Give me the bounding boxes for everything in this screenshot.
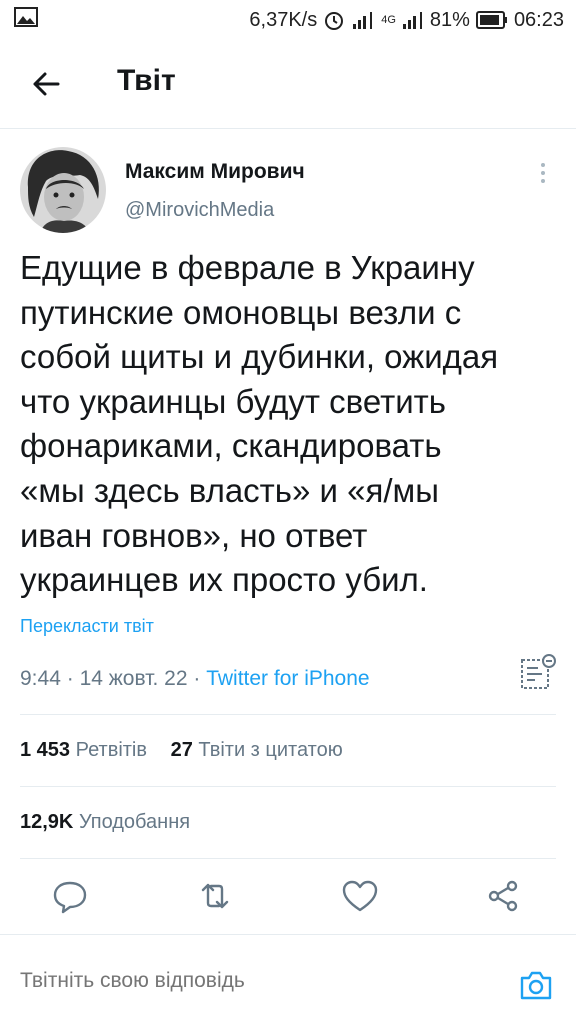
- gallery-notification-icon: [14, 7, 38, 33]
- retweets-count: 1 453: [20, 739, 71, 761]
- reply-button[interactable]: [50, 876, 90, 916]
- camera-icon: [520, 971, 552, 1000]
- app-header: Твіт: [0, 40, 576, 129]
- tweet-text-line: украинцев их просто убил.: [20, 561, 428, 599]
- signal-icon-2: [402, 10, 424, 30]
- author-handle[interactable]: @MirovichMedia: [125, 199, 274, 222]
- likes-label: Уподобання: [78, 811, 191, 833]
- signal-icon: [351, 10, 375, 30]
- quotes-label: Твіти з цитатою: [198, 739, 343, 761]
- page-title: Твіт: [117, 64, 176, 97]
- reply-bar: [0, 934, 576, 1025]
- more-vertical-icon: [541, 163, 545, 183]
- clock: 06:23: [513, 8, 564, 31]
- share-icon: [488, 880, 518, 912]
- tweet-analytics-button[interactable]: [518, 652, 558, 692]
- back-button[interactable]: [30, 68, 62, 100]
- tweet-text: Едущие в феврале в Украину путинские омо…: [20, 246, 560, 603]
- heart-icon: [342, 880, 378, 912]
- status-bar: 6,37K/s 4G 81% 06:23: [0, 0, 576, 40]
- tweet-actions: [0, 862, 576, 932]
- retweet-button[interactable]: [195, 876, 235, 916]
- tweet-text-line: собой щиты и дубинки, ожидая: [20, 338, 499, 376]
- quote-tweets-stat[interactable]: 27 Твіти з цитатою: [171, 739, 343, 761]
- retweet-stats: 1 453 Ретвітів 27 Твіти з цитатою: [20, 739, 361, 762]
- comment-icon: [53, 881, 87, 914]
- divider: [20, 786, 556, 787]
- like-stats: 12,9K Уподобання: [20, 811, 208, 834]
- avatar[interactable]: [20, 147, 106, 233]
- tweet-text-line: «мы здесь власть» и «я/мы: [20, 471, 439, 509]
- camera-button[interactable]: [516, 965, 556, 1005]
- tweet-text-line: Едущие в феврале в Украину: [20, 249, 475, 286]
- tweet-source-link[interactable]: Twitter for iPhone: [206, 667, 369, 690]
- share-button[interactable]: [484, 876, 524, 916]
- alarm-icon: [323, 9, 345, 31]
- more-options-button[interactable]: [532, 158, 554, 188]
- likes-count: 12,9K: [20, 811, 74, 833]
- tweet-text-line: иван говнов», но ответ: [20, 516, 368, 554]
- quotes-count: 27: [170, 739, 193, 761]
- author-name[interactable]: Максим Мирович: [125, 160, 305, 184]
- translate-tweet-link[interactable]: Перекласти твіт: [20, 616, 154, 637]
- meta-separator: ·: [66, 667, 74, 690]
- meta-separator: ·: [193, 667, 201, 690]
- retweets-stat[interactable]: 1 453 Ретвітів: [20, 739, 147, 761]
- divider: [20, 858, 556, 859]
- like-button[interactable]: [340, 876, 380, 916]
- network-speed: 6,37K/s: [249, 8, 318, 31]
- tweet-text-line: фонариками, скандировать: [20, 427, 442, 465]
- retweets-label: Ретвітів: [75, 739, 148, 761]
- tweet-text-line: что украинцы будут светить: [20, 382, 446, 420]
- likes-stat[interactable]: 12,9K Уподобання: [20, 811, 190, 833]
- network-type: 4G: [381, 14, 396, 26]
- retweet-icon: [201, 883, 229, 909]
- battery-percent: 81%: [429, 8, 470, 31]
- battery-icon: [475, 11, 508, 29]
- tweet-time: 9:44: [20, 667, 61, 690]
- reply-input[interactable]: [20, 969, 490, 993]
- arrow-left-icon: [33, 72, 60, 96]
- tweet-meta: 9:44 · 14 жовт. 22 · Twitter for iPhone: [20, 667, 370, 691]
- analytics-icon: [521, 654, 556, 689]
- tweet-text-line: путинские омоновцы везли с: [20, 293, 462, 331]
- tweet-date: 14 жовт. 22: [79, 667, 188, 690]
- divider: [20, 714, 556, 715]
